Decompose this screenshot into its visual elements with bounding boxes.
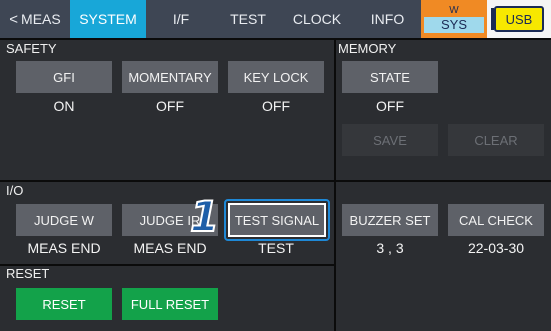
gfi-button[interactable]: GFI <box>16 61 112 93</box>
judge-ir-value: MEAS END <box>133 240 207 256</box>
tab-label: SYSTEM <box>79 11 137 27</box>
tab-clock[interactable]: CLOCK <box>280 0 354 38</box>
cal-check-button[interactable]: CAL CHECK <box>448 204 544 236</box>
full-reset-button[interactable]: FULL RESET <box>122 288 218 320</box>
safety-title: SAFETY <box>6 41 57 56</box>
tab-system[interactable]: SYSTEM <box>70 0 146 38</box>
tab-label: I/F <box>172 11 190 27</box>
tab-if[interactable]: I/F <box>146 0 216 38</box>
tab-label: CLOCK <box>292 11 342 27</box>
buzzer-set-value: 3 , 3 <box>376 240 404 256</box>
tab-meas[interactable]: < MEAS <box>0 0 70 38</box>
key-lock-value: OFF <box>262 98 290 114</box>
state-button[interactable]: STATE <box>342 61 438 93</box>
tab-label: TEST <box>230 11 266 27</box>
chevron-left-icon: < <box>9 10 19 28</box>
test-signal-button[interactable]: TEST SIGNAL <box>228 203 326 237</box>
test-signal-value: TEST <box>258 240 294 256</box>
tab-label: INFO <box>370 11 405 27</box>
judge-w-value: MEAS END <box>27 240 101 256</box>
reset-button[interactable]: RESET <box>16 288 112 320</box>
usb-badge: USB <box>494 6 544 32</box>
memory-title: MEMORY <box>338 41 397 56</box>
tab-test[interactable]: TEST <box>216 0 280 38</box>
momentary-button[interactable]: MOMENTARY <box>122 61 218 93</box>
io-title: I/O <box>6 183 24 198</box>
cal-check-value: 22-03-30 <box>467 240 525 256</box>
buzzer-set-button[interactable]: BUZZER SET <box>342 204 438 236</box>
state-value: OFF <box>376 98 404 114</box>
judge-w-button[interactable]: JUDGE W <box>16 204 112 236</box>
tab-info[interactable]: INFO <box>354 0 421 38</box>
tab-bar: < MEAS SYSTEM I/F TEST CLOCK INFO W SYS U… <box>0 0 551 38</box>
momentary-value: OFF <box>156 98 184 114</box>
status-indicator: W SYS <box>421 0 487 38</box>
screen: < MEAS SYSTEM I/F TEST CLOCK INFO W SYS U… <box>0 0 551 331</box>
reset-title: RESET <box>6 266 50 281</box>
clear-button[interactable]: CLEAR <box>448 124 544 156</box>
status-w: W <box>449 5 459 16</box>
status-sys: SYS <box>424 17 484 33</box>
tab-label: MEAS <box>21 11 61 27</box>
save-button[interactable]: SAVE <box>342 124 438 156</box>
gfi-value: ON <box>53 98 75 114</box>
callout-number: 1 <box>189 192 220 241</box>
key-lock-button[interactable]: KEY LOCK <box>228 61 324 93</box>
